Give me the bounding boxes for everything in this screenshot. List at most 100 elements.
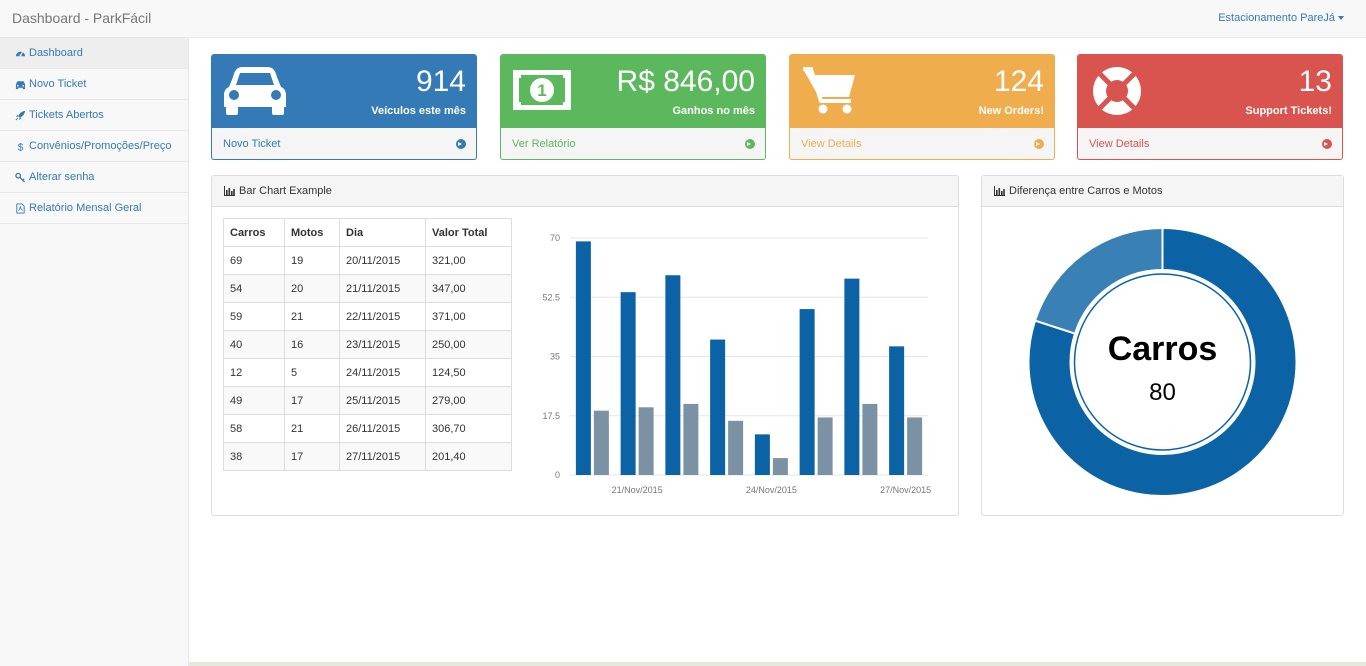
bar [862,403,878,475]
table-cell: 371,00 [425,302,512,331]
user-name: Estacionamento PareJá [1218,12,1335,24]
column-header: Dia [339,218,426,247]
earnings-card: 1 R$ 846,00 Ganhos no mês Ver Relatório [500,54,766,160]
arrow-circle-right-icon [745,139,755,149]
table-cell: 321,00 [425,246,512,275]
y-tick-label: 0 [555,470,560,480]
donut-slice [1033,226,1164,335]
card-link-label: View Details [801,138,862,150]
ver-relatorio-link[interactable]: Ver Relatório [501,128,765,159]
table-cell: 347,00 [425,274,512,303]
sidebar-item-label: Tickets Abertos [29,109,104,121]
bar [728,420,744,475]
life-ring-icon [1089,65,1145,122]
table-cell: 306,70 [425,414,512,443]
table-cell: 69 [223,246,285,275]
table-cell: 12 [223,358,285,387]
sidebar-item-label: Convênios/Promoções/Preço [29,140,172,152]
sidebar-item-convenios[interactable]: $ Convênios/Promoções/Preço [0,131,188,162]
vehicles-label: Veículos este mês [371,105,466,117]
donut-chart-panel: Diferença entre Carros e Motos Carros 80 [981,175,1344,516]
table-cell: 5 [284,358,340,387]
bar [907,417,923,475]
rocket-icon [13,109,27,121]
sidebar-item-tickets-abertos[interactable]: Tickets Abertos [0,100,188,131]
earnings-label: Ganhos no mês [672,105,755,117]
sidebar-item-label: Relatório Mensal Geral [29,202,142,214]
column-header: Motos [284,218,340,247]
table-row: 49 17 25/11/2015 279,00 [223,386,512,415]
table-cell: 24/11/2015 [339,358,426,387]
navbar-brand[interactable]: Dashboard - ParkFácil [12,10,151,26]
sidebar-item-alterar-senha[interactable]: Alterar senha [0,162,188,193]
table-header-row: Carros Motos Dia Valor Total [223,218,512,247]
svg-text:$: $ [17,142,23,151]
sidebar-item-label: Dashboard [29,47,83,59]
sidebar-item-dashboard[interactable]: Dashboard [0,38,188,69]
vehicles-count: 914 [415,65,466,98]
table-cell: 21/11/2015 [339,274,426,303]
earnings-value: R$ 846,00 [616,65,755,98]
table-cell: 250,00 [425,330,512,359]
table-cell: 21 [284,414,340,443]
dollar-icon: $ [13,140,27,152]
bar [593,410,609,475]
bar [683,403,699,475]
arrow-circle-right-icon [1034,139,1044,149]
card-link-label: View Details [1089,138,1150,150]
table-cell: 20/11/2015 [339,246,426,275]
table-cell: 59 [223,302,285,331]
table-cell: 54 [223,274,285,303]
support-view-details-link[interactable]: View Details [1078,128,1342,159]
sidebar-item-novo-ticket[interactable]: Novo Ticket [0,69,188,100]
table-cell: 19 [284,246,340,275]
table-cell: 124,50 [425,358,512,387]
table-cell: 17 [284,386,340,415]
sidebar-item-label: Alterar senha [29,171,95,183]
table-row: 69 19 20/11/2015 321,00 [223,246,512,275]
column-header: Carros [223,218,285,247]
panel-heading: Diferença entre Carros e Motos [982,176,1343,207]
y-tick-label: 70 [550,233,560,243]
bar [665,275,681,475]
table-row: 40 16 23/11/2015 250,00 [223,330,512,359]
bar [817,417,833,475]
table-cell: 279,00 [425,386,512,415]
table-cell: 17 [284,442,340,471]
bar [710,339,726,475]
caret-down-icon [1338,16,1344,21]
x-tick-label: 24/Nov/2015 [746,485,797,495]
table-cell: 58 [223,414,285,443]
bar [620,292,636,475]
table-cell: 25/11/2015 [339,386,426,415]
svg-text:1: 1 [537,81,546,100]
support-card: 13 Support Tickets! View Details [1077,54,1343,160]
panel-title: Diferença entre Carros e Motos [1009,185,1163,197]
bar-chart-icon [994,186,1005,196]
sidebar: Dashboard Novo Ticket Tickets Abertos $ … [0,38,189,666]
user-dropdown[interactable]: Estacionamento PareJá [1218,12,1344,24]
novo-ticket-link[interactable]: Novo Ticket [212,128,476,159]
table-cell: 201,40 [425,442,512,471]
bar [772,458,788,475]
support-count: 13 [1298,65,1332,98]
x-tick-label: 21/Nov/2015 [612,485,663,495]
pdf-file-icon [13,202,27,214]
card-link-label: Novo Ticket [223,138,281,150]
y-tick-label: 52.5 [542,292,560,302]
table-cell: 38 [223,442,285,471]
table-row: 12 5 24/11/2015 124,50 [223,358,512,387]
y-tick-label: 17.5 [542,411,560,421]
column-header: Valor Total [425,218,512,247]
table-cell: 23/11/2015 [339,330,426,359]
key-icon [13,171,27,183]
sidebar-item-relatorio-mensal[interactable]: Relatório Mensal Geral [0,193,188,224]
arrow-circle-right-icon [1322,139,1332,149]
orders-count: 124 [993,65,1044,98]
shopping-cart-icon [801,65,857,118]
bar [844,278,860,475]
panel-title: Bar Chart Example [239,185,332,197]
table-cell: 27/11/2015 [339,442,426,471]
money-icon: 1 [512,65,572,114]
orders-view-details-link[interactable]: View Details [790,128,1054,159]
